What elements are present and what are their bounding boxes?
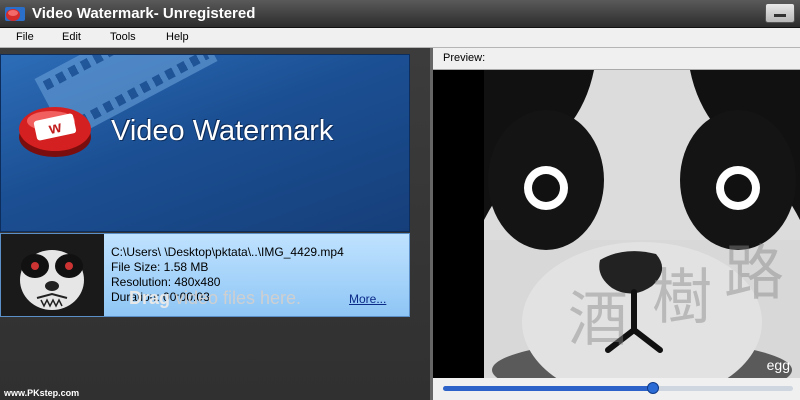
window-title: Video Watermark- Unregistered <box>32 5 256 22</box>
watermark-logo-icon: w <box>19 107 91 157</box>
video-corner-text: egg <box>767 357 790 373</box>
menu-help[interactable]: Help <box>166 31 189 43</box>
preview-label: Preview: <box>443 52 486 64</box>
file-size: File Size: 1.58 MB <box>111 260 209 274</box>
menu-edit[interactable]: Edit <box>62 31 81 43</box>
drag-hint-text: video files here. <box>169 288 302 308</box>
file-list-panel[interactable]: w Video Watermark C:\Users\ \Desktop\pkt… <box>0 48 430 400</box>
svg-text:路: 路 <box>724 239 784 309</box>
app-logo-icon <box>5 7 25 21</box>
drag-hint: Drag video files here. <box>0 288 430 309</box>
seek-bar[interactable] <box>433 378 800 400</box>
seek-handle[interactable] <box>647 382 659 394</box>
preview-header: Preview: <box>433 48 800 70</box>
seek-track[interactable] <box>443 382 793 394</box>
preview-panel: Preview: 酒 樹 路 egg <box>433 48 800 400</box>
svg-text:酒: 酒 <box>568 285 628 355</box>
minimize-button[interactable] <box>765 3 795 23</box>
site-watermark: www.PKstep.com <box>4 388 80 398</box>
minimize-icon <box>774 14 786 17</box>
drag-hint-bold: Drag <box>128 288 170 308</box>
file-path: C:\Users\ \Desktop\pktata\..\IMG_4429.mp… <box>111 245 344 259</box>
svg-text:樹: 樹 <box>652 263 712 333</box>
menu-file[interactable]: File <box>16 31 34 43</box>
seek-progress <box>443 386 653 391</box>
banner-title: Video Watermark <box>111 115 334 147</box>
title-bar: Video Watermark- Unregistered <box>0 0 800 28</box>
menu-tools[interactable]: Tools <box>110 31 136 43</box>
menu-bar: File Edit Tools Help <box>0 28 800 48</box>
video-preview: 酒 樹 路 egg <box>484 70 800 378</box>
product-banner: w Video Watermark <box>0 54 410 232</box>
